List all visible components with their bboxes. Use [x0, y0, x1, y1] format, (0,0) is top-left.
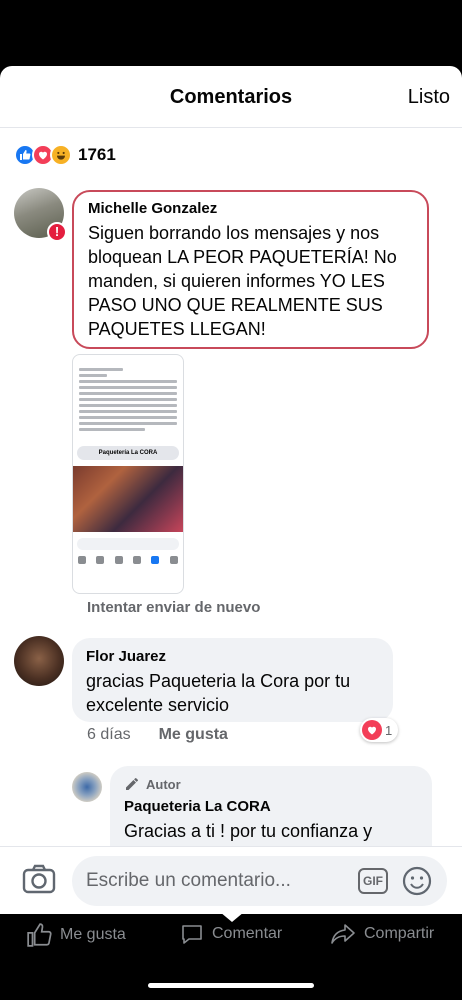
haha-reaction-icon [50, 144, 72, 166]
pencil-icon [126, 778, 138, 790]
comment-author[interactable]: Michelle Gonzalez [88, 200, 413, 217]
sheet-header: Comentarios Listo [0, 66, 462, 128]
comment-text: gracias Paqueteria la Cora por tu excele… [86, 671, 351, 715]
done-button[interactable]: Listo [408, 86, 450, 109]
share-button[interactable]: Compartir [330, 922, 434, 946]
comment-icon [182, 925, 202, 944]
share-icon [331, 924, 355, 944]
like-button[interactable]: Me gusta [26, 922, 126, 948]
thumbs-up-icon [27, 923, 52, 947]
gif-button[interactable]: GIF [358, 868, 388, 894]
attachment-screenshot[interactable]: Paquetería La CORA [72, 354, 184, 594]
reaction-count: 1761 [78, 145, 116, 164]
attachment-page-name: Paquetería La CORA [77, 446, 179, 460]
comment-bubble-failed[interactable]: Michelle Gonzalez Siguen borrando los me… [72, 190, 429, 349]
comment-composer: Escribe un comentario... GIF [0, 846, 462, 914]
comment-like-button[interactable]: Me gusta [159, 726, 228, 744]
heart-icon [362, 720, 382, 740]
attachment-photo [73, 466, 183, 532]
retry-send-link[interactable]: Intentar enviar de nuevo [87, 599, 260, 616]
comment-text: Gracias a ti ! por tu confianza y [124, 821, 373, 841]
reaction-summary[interactable]: 1761 [14, 143, 116, 167]
emoji-icon[interactable] [402, 866, 432, 901]
comment-meta: 6 días Me gusta [87, 726, 228, 744]
comment-author[interactable]: Flor Juarez [86, 648, 379, 665]
comments-sheet: Comentarios Listo 1761 ! Michelle Gonzal… [0, 66, 462, 914]
camera-icon[interactable] [22, 864, 56, 899]
comment-timestamp: 6 días [87, 726, 131, 743]
comment-author[interactable]: Paqueteria La CORA [124, 798, 418, 815]
avatar[interactable] [14, 636, 64, 686]
comment-text: Siguen borrando los mensajes y nos bloqu… [88, 223, 397, 339]
comment-reaction-count[interactable]: 1 [360, 718, 399, 742]
comment-button[interactable]: Comentar [180, 922, 282, 946]
post-action-bar: Me gusta Comentar Compartir [0, 916, 462, 956]
comment-bubble[interactable]: Flor Juarez gracias Paqueteria la Cora p… [72, 638, 393, 722]
author-badge: Autor [124, 776, 418, 792]
page-title: Comentarios [169, 86, 293, 108]
home-indicator [148, 983, 314, 988]
error-icon: ! [47, 222, 67, 242]
avatar[interactable] [72, 772, 102, 802]
comment-input-placeholder: Escribe un comentario... [86, 870, 291, 891]
comment-input[interactable]: Escribe un comentario... GIF [72, 856, 447, 906]
